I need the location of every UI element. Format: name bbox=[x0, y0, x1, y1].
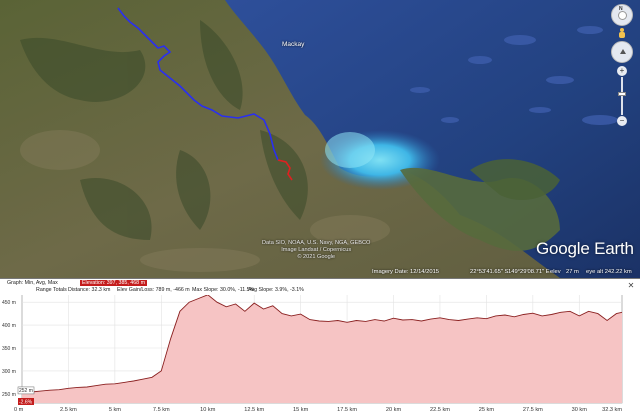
eye-altitude-readout: eye alt 242.22 km bbox=[586, 269, 632, 275]
attribution-line: © 2021 Google bbox=[297, 254, 336, 260]
x-tick-label: 17.5 km bbox=[337, 407, 357, 413]
y-tick-label: 350 m bbox=[2, 346, 16, 352]
range-totals-label: Range Totals bbox=[36, 287, 67, 293]
x-tick-label: 15 km bbox=[293, 407, 309, 413]
elevation-gain-loss: Elev Gain/Loss: 789 m, -466 m bbox=[117, 287, 190, 293]
x-tick-label: 30 km bbox=[572, 407, 588, 413]
max-slope: Max Slope: 30.0%, -11.5% bbox=[192, 287, 255, 293]
x-tick-label: 22.5 km bbox=[430, 407, 450, 413]
y-tick-label: 300 m bbox=[2, 369, 16, 375]
city-label[interactable]: Mackay bbox=[282, 41, 304, 48]
x-tick-label: 25 km bbox=[479, 407, 495, 413]
zoom-in-button[interactable]: + bbox=[617, 66, 627, 76]
satellite-imagery bbox=[0, 0, 640, 278]
longitude-readout: 149°29'08.71" E bbox=[508, 269, 550, 275]
zoom-slider[interactable]: + − bbox=[617, 66, 627, 126]
elevation-profile-chart[interactable]: 450 m 400 m 350 m 300 m 250 m 0 m 2.5 km 5 km 7.… bbox=[0, 279, 640, 414]
navigation-controls: N + − bbox=[607, 4, 637, 129]
start-slope-label: -2.6% bbox=[19, 400, 33, 406]
look-arrow-icon bbox=[620, 49, 626, 54]
distance-total: Distance: 32.3 km bbox=[68, 287, 111, 293]
google-earth-logo: Google Earth bbox=[536, 239, 634, 258]
map-view[interactable]: Mackay Data SIO, NOAA, U.S. Navy, NGA, G… bbox=[0, 0, 640, 278]
y-tick-label: 250 m bbox=[2, 392, 16, 398]
map-attribution: Data SIO, NOAA, U.S. Navy, NGA, GEBCO Im… bbox=[262, 240, 370, 261]
x-tick-label: 10 km bbox=[200, 407, 216, 413]
close-profile-button[interactable]: ✕ bbox=[626, 281, 636, 291]
elevation-readout: 27 m bbox=[566, 269, 579, 275]
pegman-body bbox=[619, 32, 625, 38]
y-tick-label: 450 m bbox=[2, 300, 16, 306]
zoom-track[interactable] bbox=[621, 77, 623, 115]
profile-header: Graph: Min, Avg, Max Elevation: 397, 385… bbox=[0, 279, 640, 295]
attribution-line: Image Landsat / Copernicus bbox=[281, 247, 352, 253]
imagery-date: Imagery Date: 12/14/2015 bbox=[372, 269, 440, 275]
google-earth-window: Mackay Data SIO, NOAA, U.S. Navy, NGA, G… bbox=[0, 0, 640, 414]
elevation-label: elev bbox=[550, 269, 561, 275]
status-bar: Imagery Date: 12/14/2015 22°53'41.65" S … bbox=[0, 266, 640, 278]
look-joystick[interactable] bbox=[611, 41, 633, 63]
x-tick-label: 32.3 km bbox=[602, 407, 622, 413]
elevation-stats: Elevation: 397, 385, 468 m bbox=[80, 280, 148, 286]
x-tick-label: 7.5 km bbox=[153, 407, 170, 413]
elevation-profile-panel[interactable]: 450 m 400 m 350 m 300 m 250 m 0 m 2.5 km 5 km 7.… bbox=[0, 278, 640, 414]
avg-slope: Avg Slope: 3.9%, -3.1% bbox=[248, 287, 304, 293]
y-tick-label: 400 m bbox=[2, 323, 16, 329]
latitude-readout: 22°53'41.65" S bbox=[470, 269, 509, 275]
x-tick-label: 27.5 km bbox=[523, 407, 543, 413]
x-tick-label: 0 m bbox=[14, 407, 24, 413]
street-view-pegman-icon[interactable] bbox=[617, 28, 627, 38]
attribution-line: Data SIO, NOAA, U.S. Navy, NGA, GEBCO bbox=[262, 240, 371, 246]
start-value-label: 252 m bbox=[19, 388, 33, 394]
zoom-thumb[interactable] bbox=[618, 92, 626, 96]
zoom-out-button[interactable]: − bbox=[617, 116, 627, 126]
compass-center[interactable] bbox=[618, 11, 627, 20]
x-tick-label: 2.5 km bbox=[60, 407, 77, 413]
x-tick-label: 20 km bbox=[386, 407, 402, 413]
x-tick-label: 5 km bbox=[109, 407, 121, 413]
graph-stats-label: Graph: Min, Avg, Max bbox=[7, 280, 58, 286]
compass-ring[interactable]: N bbox=[611, 4, 633, 26]
x-tick-label: 12.5 km bbox=[244, 407, 264, 413]
